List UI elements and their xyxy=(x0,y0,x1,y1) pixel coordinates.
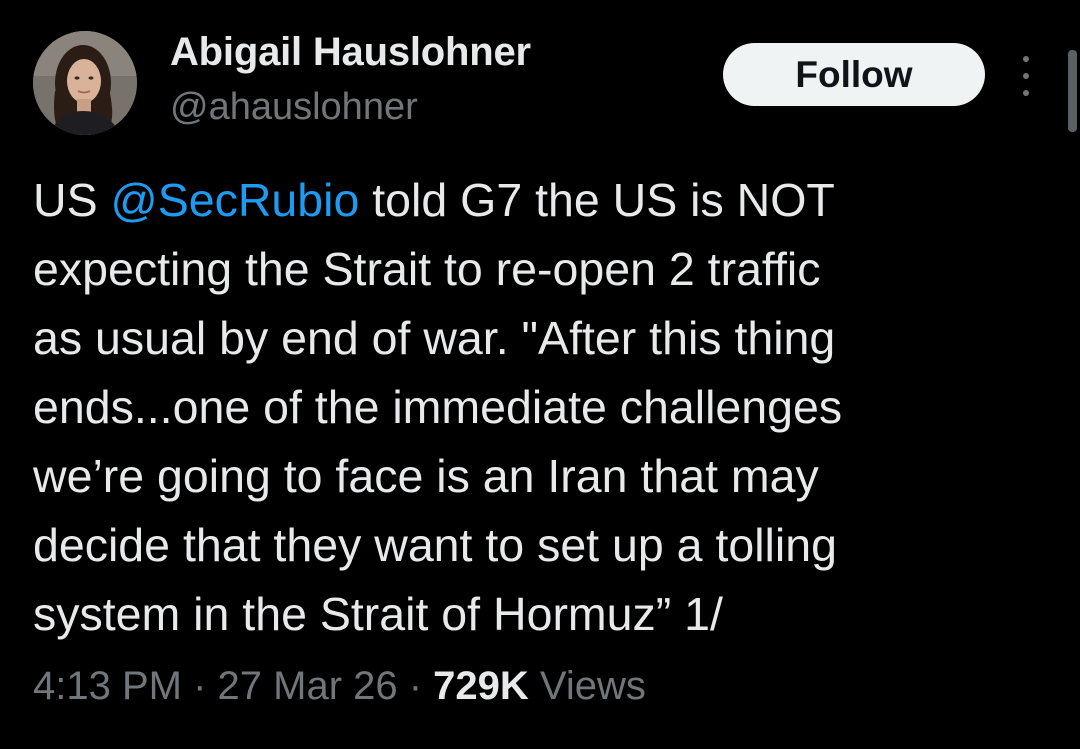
author-handle[interactable]: @ahauslohner xyxy=(170,86,418,129)
author-name[interactable]: Abigail Hauslohner xyxy=(170,30,531,75)
tweet-date[interactable]: 27 Mar 26 xyxy=(218,664,398,708)
avatar-photo xyxy=(33,31,137,135)
views-count[interactable]: 729K xyxy=(433,664,529,708)
more-dot xyxy=(1023,73,1029,79)
tweet-line: as usual by end of war. "After this thin… xyxy=(33,312,836,364)
more-dot xyxy=(1023,56,1029,62)
scrollbar-thumb[interactable] xyxy=(1068,50,1077,132)
meta-separator: · xyxy=(397,664,434,708)
tweet-line-text: told G7 the US is NOT xyxy=(359,174,835,226)
views-label: Views xyxy=(528,664,646,708)
more-vertical-icon[interactable] xyxy=(1012,56,1040,96)
follow-button[interactable]: Follow xyxy=(723,43,985,106)
tweet-line: ends...one of the immediate challenges xyxy=(33,381,843,433)
more-dot xyxy=(1023,90,1029,96)
tweet-line: US @SecRubio told G7 the US is NOT xyxy=(33,166,1043,235)
tweet-text: US @SecRubio told G7 the US is NOT expec… xyxy=(33,166,1043,649)
tweet-line: system in the Strait of Hormuz” 1/ xyxy=(33,588,723,640)
meta-separator: · xyxy=(181,664,218,708)
tweet-meta: 4:13 PM · 27 Mar 26 · 729K Views xyxy=(33,664,646,709)
tweet-line: expecting the Strait to re-open 2 traffi… xyxy=(33,243,821,295)
mention-link[interactable]: @SecRubio xyxy=(111,174,360,226)
tweet-line: we’re going to face is an Iran that may xyxy=(33,450,819,502)
avatar[interactable] xyxy=(33,31,137,135)
tweet-line-text: US xyxy=(33,174,111,226)
tweet-time[interactable]: 4:13 PM xyxy=(33,664,182,708)
tweet-line: decide that they want to set up a tollin… xyxy=(33,519,837,571)
tweet-card: Abigail Hauslohner @ahauslohner Follow U… xyxy=(0,0,1080,749)
